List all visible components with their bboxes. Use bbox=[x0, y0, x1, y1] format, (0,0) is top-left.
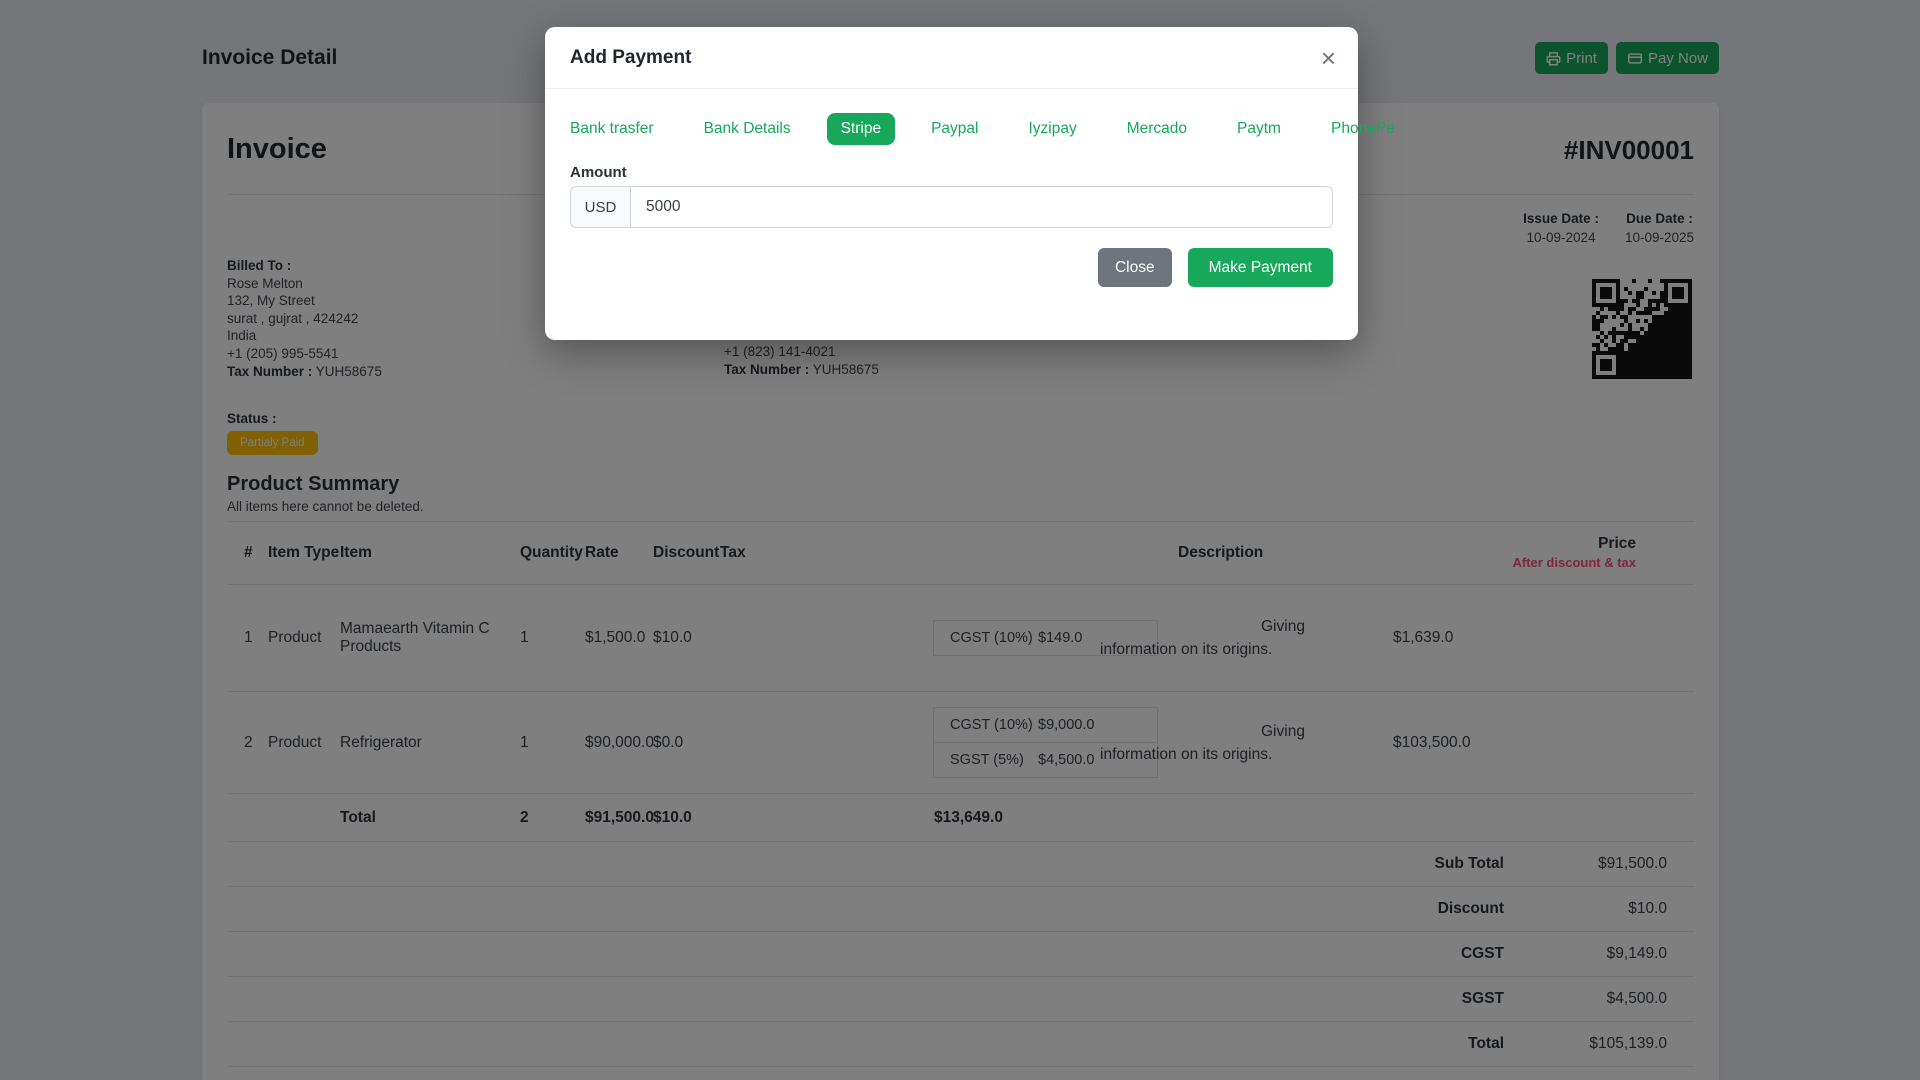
modal-header: Add Payment × bbox=[545, 27, 1358, 89]
tab-iyzipay[interactable]: Iyzipay bbox=[1014, 113, 1090, 145]
modal-actions: Close Make Payment bbox=[570, 248, 1333, 287]
tab-bank-details[interactable]: Bank Details bbox=[690, 113, 805, 145]
tab-stripe[interactable]: Stripe bbox=[826, 113, 896, 145]
close-button[interactable]: Close bbox=[1097, 248, 1172, 287]
payment-method-tabs: Bank trasfer Bank Details Stripe Paypal … bbox=[556, 113, 1395, 145]
add-payment-modal: Add Payment × Bank trasfer Bank Details … bbox=[545, 27, 1395, 340]
currency-addon: USD bbox=[571, 187, 631, 227]
tab-phonepe[interactable]: PhonePe bbox=[1317, 113, 1409, 145]
modal-body: Bank trasfer Bank Details Stripe Paypal … bbox=[545, 89, 1395, 340]
amount-input-group: USD bbox=[570, 186, 1333, 228]
tab-mercado[interactable]: Mercado bbox=[1113, 113, 1201, 145]
close-icon[interactable]: × bbox=[1321, 45, 1336, 71]
amount-label: Amount bbox=[570, 164, 627, 181]
tab-paypal[interactable]: Paypal bbox=[917, 113, 992, 145]
amount-input[interactable] bbox=[631, 187, 1332, 227]
tab-paytm[interactable]: Paytm bbox=[1223, 113, 1295, 145]
tab-bank-transfer[interactable]: Bank trasfer bbox=[556, 113, 668, 145]
modal-title: Add Payment bbox=[570, 47, 692, 68]
make-payment-button[interactable]: Make Payment bbox=[1187, 248, 1333, 287]
